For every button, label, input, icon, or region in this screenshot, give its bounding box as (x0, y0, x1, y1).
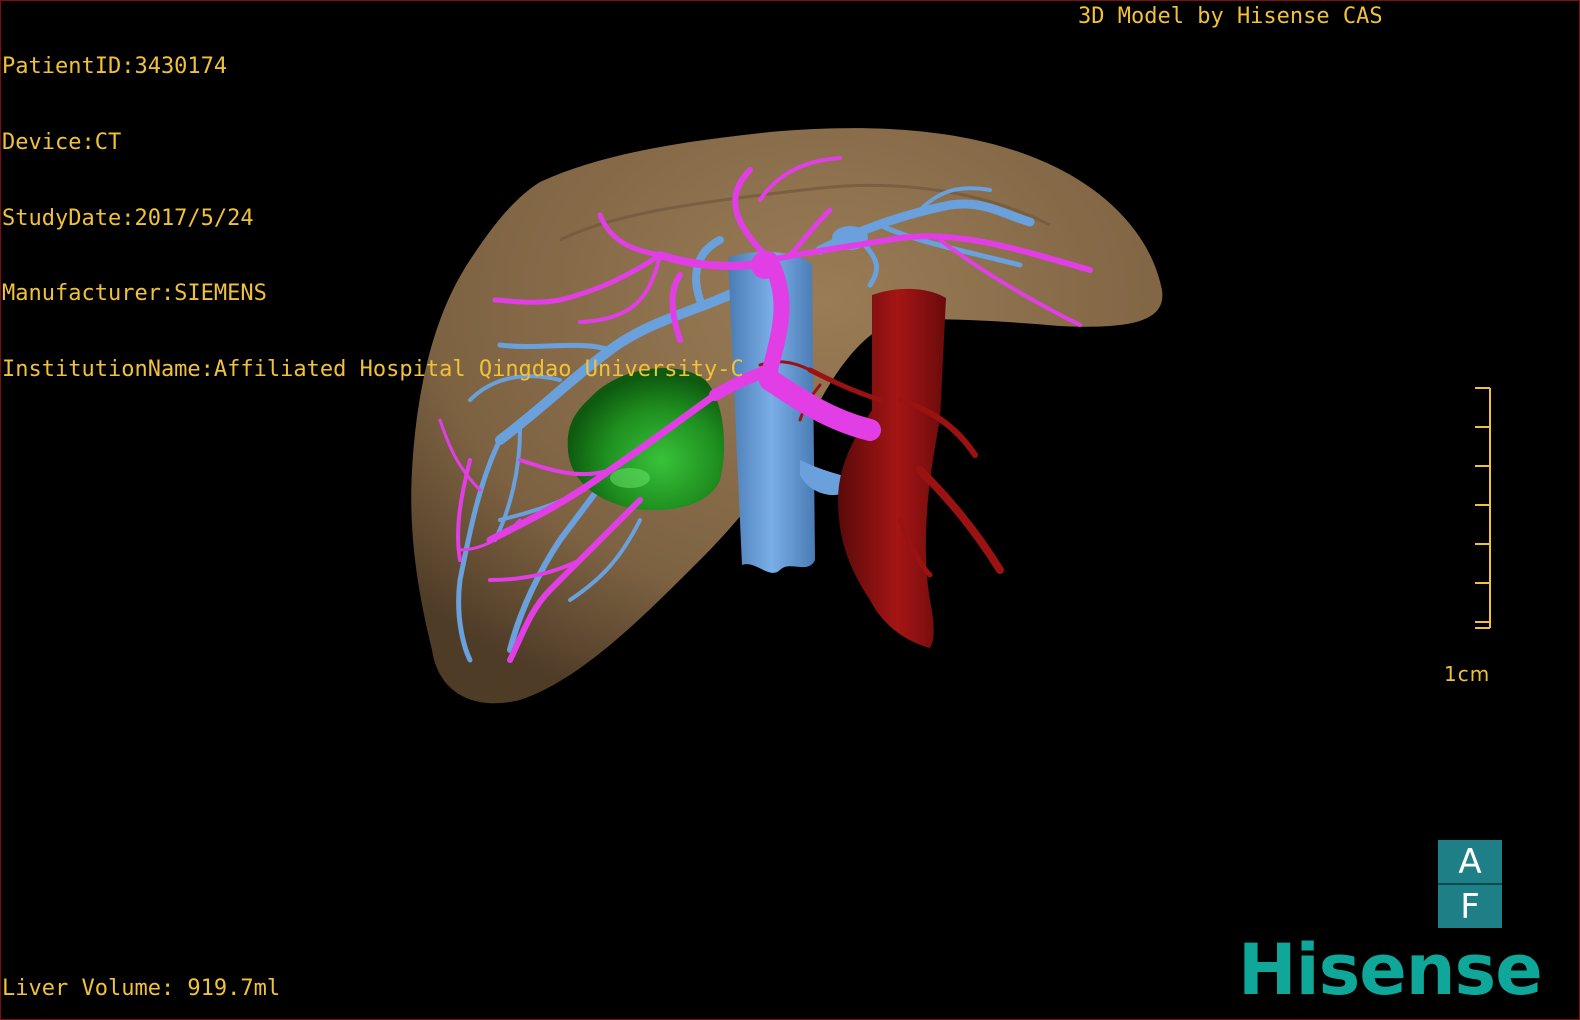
scale-bar (1475, 387, 1491, 629)
institution-text: InstitutionName:Affiliated Hospital Qing… (2, 356, 744, 382)
model-credit-label: 3D Model by Hisense CAS (1078, 4, 1383, 29)
study-date-text: StudyDate:2017/5/24 (2, 205, 254, 231)
portal-vein-junction (751, 251, 779, 279)
tumor-highlight (610, 468, 650, 488)
orientation-face-anterior[interactable]: A (1438, 840, 1502, 885)
liver-volume-readout: Liver Volume: 919.7ml (2, 976, 281, 1001)
manufacturer-text: Manufacturer:SIEMENS (2, 281, 267, 307)
orientation-face-foot[interactable]: F (1438, 885, 1502, 928)
patient-id-text: PatientID:3430174 (2, 54, 228, 80)
orientation-cube[interactable]: A F (1438, 840, 1502, 928)
hisense-logo: Hisense (1238, 929, 1543, 1011)
dicom-info-overlay: PatientID:3430174 Device:CT StudyDate:20… (2, 4, 744, 407)
scale-unit-label: 1cm (1444, 662, 1491, 686)
device-text: Device:CT (2, 130, 122, 155)
